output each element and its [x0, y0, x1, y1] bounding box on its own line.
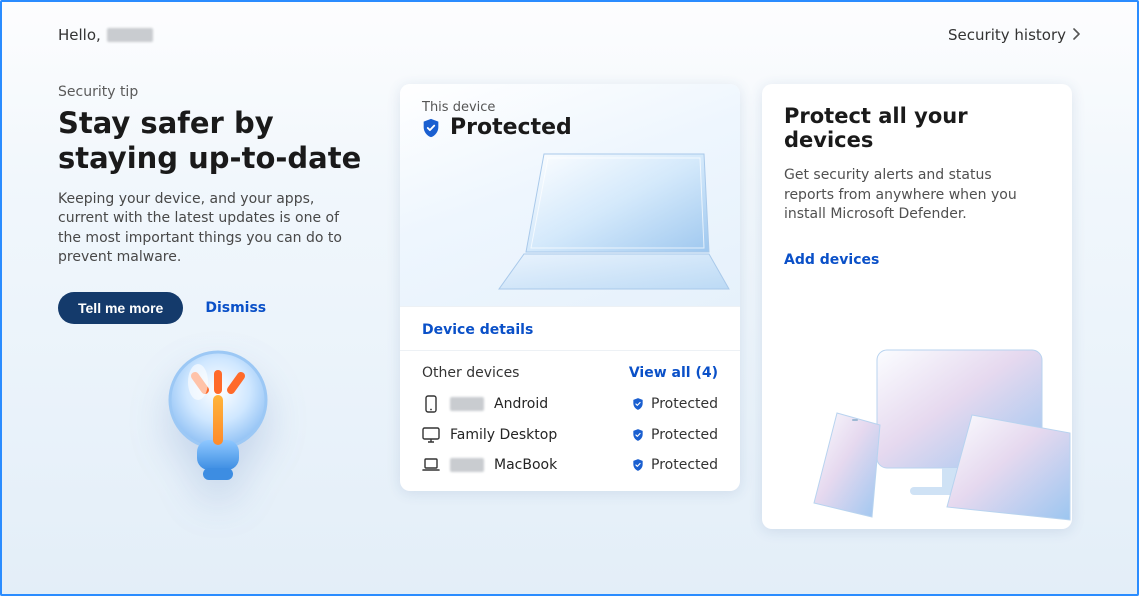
tip-title: Stay safer by staying up-to-date: [58, 106, 378, 176]
phone-icon: [422, 395, 440, 413]
dismiss-link[interactable]: Dismiss: [205, 300, 266, 316]
shield-check-icon: [631, 397, 645, 411]
greeting-name-redacted: [107, 28, 153, 42]
laptop-illustration: [484, 144, 734, 298]
device-name-suffix: Android: [494, 396, 548, 412]
device-name-redacted: [450, 458, 484, 472]
device-details-link[interactable]: Device details: [422, 322, 533, 338]
device-row[interactable]: Family Desktop Protected: [422, 427, 718, 443]
laptop-icon: [422, 458, 440, 472]
security-tip-panel: Security tip Stay safer by staying up-to…: [58, 84, 378, 504]
protect-devices-card: Protect all your devices Get security al…: [762, 84, 1072, 529]
shield-check-icon: [420, 117, 442, 139]
lightbulb-illustration: [58, 340, 378, 504]
tip-eyebrow: Security tip: [58, 84, 378, 100]
tell-me-more-button[interactable]: Tell me more: [58, 292, 183, 324]
desktop-icon: [422, 427, 440, 443]
shield-check-icon: [631, 458, 645, 472]
security-history-link[interactable]: Security history: [948, 26, 1081, 44]
greeting-prefix: Hello,: [58, 26, 101, 44]
this-device-label: This device: [400, 84, 740, 115]
protect-body: Get security alerts and status reports f…: [784, 166, 1044, 225]
tip-body: Keeping your device, and your apps, curr…: [58, 190, 358, 268]
security-history-label: Security history: [948, 26, 1066, 44]
device-name-suffix: MacBook: [494, 457, 557, 473]
this-device-status: Protected: [450, 115, 572, 140]
other-devices-title: Other devices: [422, 365, 519, 381]
device-row[interactable]: Android Protected: [422, 395, 718, 413]
view-all-link[interactable]: View all (4): [629, 365, 718, 381]
greeting: Hello,: [58, 26, 153, 44]
device-status: Protected: [651, 457, 718, 473]
device-row[interactable]: MacBook Protected: [422, 457, 718, 473]
this-device-card: This device Protected: [400, 84, 740, 491]
device-name: Family Desktop: [450, 427, 557, 443]
chevron-right-icon: [1072, 26, 1081, 44]
shield-check-icon: [631, 428, 645, 442]
add-devices-link[interactable]: Add devices: [784, 252, 879, 268]
protect-title: Protect all your devices: [784, 104, 1050, 152]
device-status: Protected: [651, 396, 718, 412]
device-name-redacted: [450, 397, 484, 411]
device-status: Protected: [651, 427, 718, 443]
devices-illustration: [782, 335, 1072, 529]
